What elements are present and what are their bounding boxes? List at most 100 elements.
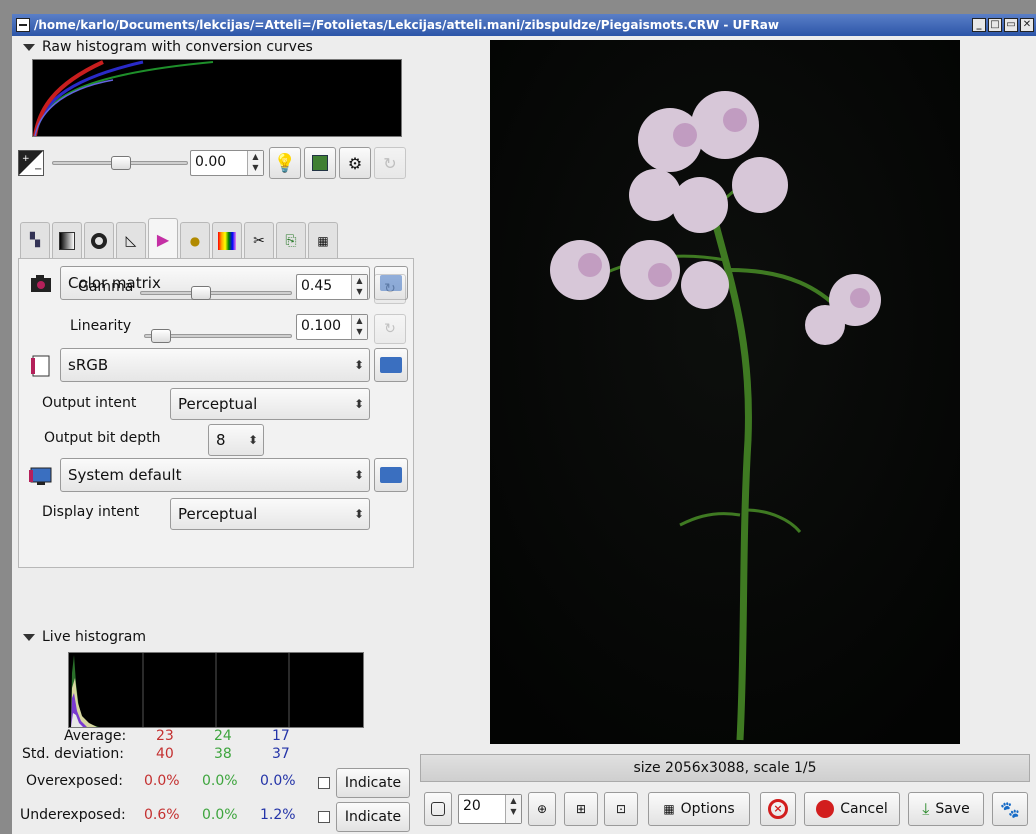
overexposed-indicate-button[interactable]: Indicate: [336, 768, 410, 798]
tab-color-management[interactable]: ▶: [148, 218, 178, 260]
fit-zoom-button[interactable]: ⊞: [564, 792, 598, 826]
window-title-bar[interactable]: /home/karlo/Documents/lekcijas/=Atteli=/…: [12, 14, 1036, 36]
linearity-label: Linearity: [70, 318, 132, 334]
stddev-label: Std. deviation:: [22, 746, 124, 762]
stddev-green: 38: [214, 746, 232, 762]
cancel-button[interactable]: Cancel: [804, 792, 900, 826]
spin-arrows-icon[interactable]: ▲ ▼: [351, 275, 367, 299]
underexposed-red: 0.6%: [144, 807, 180, 823]
gamma-value[interactable]: 0.45: [297, 275, 351, 299]
spin-arrows-icon[interactable]: ▲ ▼: [505, 795, 521, 823]
delete-button[interactable]: ×: [760, 792, 796, 826]
restore-icon[interactable]: □: [988, 18, 1002, 32]
raw-histogram-expander[interactable]: Raw histogram with conversion curves: [14, 36, 414, 58]
combo-arrows-icon: ⬍: [353, 358, 365, 372]
output-intent-select[interactable]: Perceptual ⬍: [170, 388, 370, 420]
display-intent-select[interactable]: Perceptual ⬍: [170, 498, 370, 530]
raw-histogram-header: Raw histogram with conversion curves: [42, 39, 313, 55]
underexposed-indicate-button[interactable]: Indicate: [336, 802, 410, 832]
overexposed-red: 0.0%: [144, 773, 180, 789]
stop-icon: [816, 800, 835, 818]
average-red: 23: [156, 728, 174, 744]
send-to-gimp-button[interactable]: 🐾: [992, 792, 1028, 826]
auto-adjust-exposure-button[interactable]: 💡: [269, 147, 301, 179]
overexposed-checkbox[interactable]: [318, 777, 330, 789]
display-profile-select[interactable]: System default ⬍: [60, 458, 370, 492]
tab-white-balance[interactable]: ▚: [20, 222, 50, 258]
linearity-value[interactable]: 0.100: [297, 315, 351, 339]
minimize-icon[interactable]: _: [972, 18, 986, 32]
exposure-spinbox[interactable]: 0.00 ▲ ▼: [190, 150, 264, 176]
gamma-slider-thumb[interactable]: [191, 286, 211, 300]
zoom-spinbox[interactable]: 20 ▲ ▼: [458, 794, 522, 824]
window-menu-icon[interactable]: [16, 18, 30, 32]
reset-linearity-button[interactable]: ↻: [374, 314, 406, 344]
display-profile-value: System default: [68, 466, 182, 484]
tab-exif[interactable]: ▦: [308, 222, 338, 258]
save-button[interactable]: ⤓ Save: [908, 792, 984, 826]
stddev-blue: 37: [272, 746, 290, 762]
combo-arrows-icon: ⬍: [247, 433, 259, 447]
save-label: Save: [935, 801, 970, 817]
exposure-value[interactable]: 0.00: [191, 151, 247, 175]
zoom-out-button[interactable]: [424, 792, 452, 826]
zoom-in-icon: ⊕: [536, 802, 548, 816]
options-button[interactable]: ▦ Options: [648, 792, 750, 826]
folder-icon: [380, 357, 402, 373]
image-preview[interactable]: [490, 40, 960, 744]
linearity-slider-thumb[interactable]: [151, 329, 171, 343]
underexposed-checkbox[interactable]: [318, 811, 330, 823]
cancel-label: Cancel: [840, 801, 888, 817]
output-bit-depth-label: Output bit depth: [44, 430, 161, 446]
gamma-spinbox[interactable]: 0.45 ▲ ▼: [296, 274, 368, 300]
close-icon[interactable]: ✕: [1020, 18, 1034, 32]
restore-details-button[interactable]: [304, 147, 336, 179]
exposure-slider[interactable]: [52, 156, 188, 170]
average-label: Average:: [64, 728, 127, 744]
output-intent-label: Output intent: [42, 395, 137, 411]
luminosity-icon: ●: [189, 233, 201, 248]
zoom-in-button[interactable]: ⊕: [528, 792, 556, 826]
reset-icon: ↻: [384, 321, 396, 337]
reset-gamma-button[interactable]: ↻: [374, 274, 406, 304]
tab-base-curve[interactable]: ◺: [116, 222, 146, 258]
exposure-icon: + −: [18, 150, 44, 176]
maximize-icon[interactable]: ▭: [1004, 18, 1018, 32]
tab-lens[interactable]: [84, 222, 114, 258]
delete-icon: ×: [768, 799, 788, 819]
white-balance-icon: ▚: [30, 233, 40, 248]
live-histogram-expander[interactable]: Live histogram: [14, 626, 414, 648]
output-profile-value: sRGB: [68, 356, 109, 374]
live-histogram-plot: [71, 653, 290, 727]
reset-exposure-button[interactable]: ↻: [374, 147, 406, 179]
zoom-100-button[interactable]: ⊡: [604, 792, 638, 826]
expander-arrow-icon: [23, 43, 35, 51]
overexposed-green: 0.0%: [202, 773, 238, 789]
tab-luminosity[interactable]: ●: [180, 222, 210, 258]
spin-arrows-icon[interactable]: ▲ ▼: [247, 151, 263, 175]
load-output-profile-button[interactable]: [374, 348, 408, 382]
exposure-slider-thumb[interactable]: [111, 156, 131, 170]
linearity-spinbox[interactable]: 0.100 ▲ ▼: [296, 314, 368, 340]
display-intent-value: Perceptual: [178, 505, 258, 523]
options-icon: ▦: [663, 802, 675, 816]
gamma-slider[interactable]: [140, 286, 292, 300]
options-label: Options: [680, 801, 735, 817]
spin-arrows-icon[interactable]: ▲ ▼: [351, 315, 367, 339]
lightbulb-icon: 💡: [273, 152, 297, 174]
tab-save[interactable]: ⎘: [276, 222, 306, 258]
gimp-icon: 🐾: [1000, 799, 1020, 819]
display-intent-label: Display intent: [42, 504, 140, 520]
load-display-profile-button[interactable]: [374, 458, 408, 492]
clip-highlights-button[interactable]: ⚙: [339, 147, 371, 179]
live-histogram-graph: [68, 652, 364, 728]
tab-grayscale[interactable]: [52, 222, 82, 258]
underexposed-blue: 1.2%: [260, 807, 296, 823]
linearity-slider[interactable]: [144, 329, 292, 343]
tab-saturation[interactable]: [212, 222, 242, 258]
output-profile-select[interactable]: sRGB ⬍: [60, 348, 370, 382]
reset-icon: ↻: [384, 281, 396, 297]
tab-crop-rotate[interactable]: ✂: [244, 222, 274, 258]
output-bit-depth-select[interactable]: 8 ⬍: [208, 424, 264, 456]
zoom-value[interactable]: 20: [459, 795, 505, 823]
